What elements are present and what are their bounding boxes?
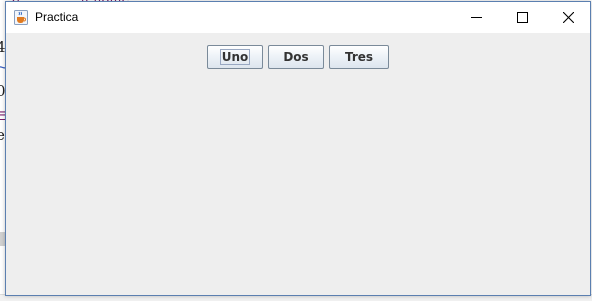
content-panel: Uno Dos Tres [6,33,590,295]
dos-button[interactable]: Dos [268,45,324,69]
uno-button[interactable]: Uno [207,45,263,69]
tres-button-label: Tres [344,50,374,64]
uno-button-label: Uno [219,49,251,65]
close-button[interactable] [545,2,591,33]
minimize-icon [470,17,482,18]
dos-button-label: Dos [283,50,309,64]
app-window: Practica Uno Dos Tres [5,1,591,296]
close-icon [562,12,574,23]
tres-button[interactable]: Tres [329,45,389,69]
maximize-button[interactable] [499,2,545,33]
window-title: Practica [35,10,79,24]
title-bar[interactable]: Practica [6,2,590,33]
minimize-button[interactable] [453,2,499,33]
maximize-icon [516,12,528,23]
java-cup-icon [14,10,28,25]
